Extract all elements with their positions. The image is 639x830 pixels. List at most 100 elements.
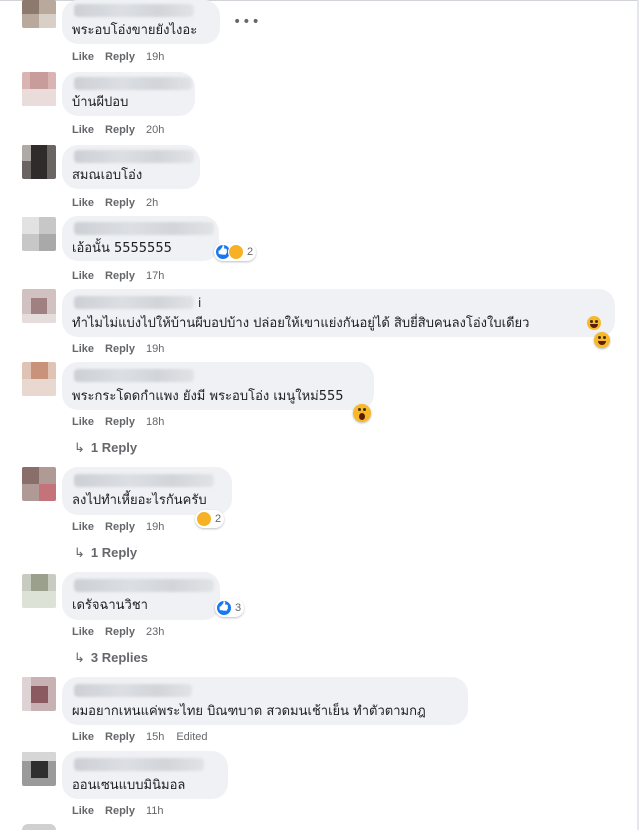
- comment-bubble: พระกระโดดกำแพง ยังมี พระอบโอ่ง เมนูใหม่5…: [62, 362, 374, 410]
- comment-bubble: ผมอยากเหนแค่พระไทย บิณฑบาต สวดมนเช้าเย็น…: [62, 677, 468, 725]
- comment-text: พระกระโดดกำแพง ยังมี พระอบโอ่ง เมนูใหม่5…: [72, 389, 344, 404]
- comment-text: บ้านผีปอบ: [72, 95, 129, 110]
- like-button[interactable]: Like: [72, 626, 94, 638]
- like-button[interactable]: Like: [72, 197, 94, 209]
- timestamp[interactable]: 11h: [146, 805, 164, 817]
- avatar[interactable]: [22, 467, 56, 501]
- haha-reaction-icon: [228, 244, 244, 260]
- comment-bubble: ออนเซนแบบมินิมอล: [62, 751, 228, 799]
- reply-button[interactable]: Reply: [105, 731, 135, 743]
- reaction-summary[interactable]: 2: [195, 510, 225, 528]
- like-button[interactable]: Like: [72, 731, 94, 743]
- comment-text: ออนเซนแบบมินิมอล: [72, 778, 186, 793]
- replies-label: 1 Reply: [90, 545, 138, 560]
- commenter-name[interactable]: [74, 369, 194, 382]
- comment-text: ทำไมไม่แบ่งไปให้บ้านผีบอปบ้าง ปล่อยให้เข…: [72, 316, 530, 331]
- comment-bubble: เอ้อนั้น 5555555: [62, 216, 219, 261]
- like-button[interactable]: Like: [72, 124, 94, 136]
- comment-bubble: สมณเอบโอ่ง: [62, 145, 200, 189]
- like-button[interactable]: Like: [72, 521, 94, 533]
- view-replies-button[interactable]: ↳ 3 Replies: [74, 650, 148, 666]
- comment-actions: Like Reply 18h: [72, 416, 176, 428]
- reaction-count: 3: [235, 602, 242, 614]
- comment-text: สมณเอบโอ่ง: [72, 168, 143, 183]
- avatar[interactable]: [22, 145, 56, 179]
- timestamp[interactable]: 17h: [146, 270, 164, 282]
- haha-reaction-icon[interactable]: [594, 332, 610, 348]
- commenter-name-suffix: i: [198, 296, 202, 310]
- comment-actions: Like Reply 2h: [72, 197, 170, 209]
- reply-arrow-icon: ↳: [74, 545, 85, 560]
- commenter-name[interactable]: [74, 579, 214, 592]
- avatar[interactable]: [22, 824, 56, 830]
- commenter-name[interactable]: [74, 296, 194, 309]
- avatar[interactable]: [22, 289, 56, 323]
- commenter-name[interactable]: [74, 4, 194, 17]
- comment-text: ลงไปทำเหี้ยอะไรกันครับ: [72, 493, 207, 508]
- reply-button[interactable]: Reply: [105, 521, 135, 533]
- timestamp[interactable]: 2h: [146, 197, 158, 209]
- like-button[interactable]: Like: [72, 343, 94, 355]
- comment-text: เดรัจฉานวิชา: [72, 598, 148, 613]
- like-button[interactable]: Like: [72, 805, 94, 817]
- avatar[interactable]: [22, 677, 56, 711]
- timestamp[interactable]: 19h: [146, 343, 164, 355]
- avatar[interactable]: [22, 752, 56, 786]
- more-options-icon[interactable]: •••: [233, 14, 261, 30]
- comment-text: พระอบโอ่งขายยังไงอะ: [72, 23, 198, 38]
- comment-actions: Like Reply 19h: [72, 343, 176, 355]
- avatar[interactable]: [22, 574, 56, 608]
- commenter-name[interactable]: [74, 758, 204, 771]
- haha-reaction-icon: [587, 316, 601, 330]
- commenter-name[interactable]: [74, 150, 194, 163]
- comment-bubble: ลงไปทำเหี้ยอะไรกันครับ: [62, 467, 232, 515]
- comment-text: เอ้อนั้น 5555555: [72, 241, 172, 256]
- reply-button[interactable]: Reply: [105, 197, 135, 209]
- comment-text: ผมอยากเหนแค่พระไทย บิณฑบาต สวดมนเช้าเย็น…: [72, 704, 426, 719]
- timestamp[interactable]: 19h: [146, 521, 164, 533]
- commenter-name[interactable]: [74, 222, 214, 235]
- avatar[interactable]: [22, 362, 56, 396]
- comment-actions: Like Reply 20h: [72, 124, 176, 136]
- reply-button[interactable]: Reply: [105, 343, 135, 355]
- commenter-name[interactable]: [74, 474, 214, 487]
- comment-bubble: พระอบโอ่งขายยังไงอะ: [62, 0, 220, 44]
- comment-actions: Like Reply 11h: [72, 805, 176, 817]
- comment-bubble: i ทำไมไม่แบ่งไปให้บ้านผีบอปบ้าง ปล่อยให้…: [62, 289, 615, 337]
- commenter-name[interactable]: [74, 77, 192, 90]
- reaction-summary[interactable]: 2: [214, 243, 257, 261]
- like-button[interactable]: Like: [72, 270, 94, 282]
- comment-actions: Like Reply 17h: [72, 270, 176, 282]
- edited-label: Edited: [176, 731, 208, 743]
- avatar[interactable]: [22, 72, 56, 106]
- view-replies-button[interactable]: ↳ 1 Reply: [74, 545, 137, 561]
- reply-arrow-icon: ↳: [74, 440, 85, 455]
- reaction-count: 2: [247, 246, 254, 258]
- timestamp[interactable]: 20h: [146, 124, 164, 136]
- reply-button[interactable]: Reply: [105, 270, 135, 282]
- reply-button[interactable]: Reply: [105, 805, 135, 817]
- wow-reaction-icon[interactable]: [353, 404, 371, 422]
- timestamp[interactable]: 15h: [146, 731, 164, 743]
- avatar[interactable]: [22, 217, 56, 251]
- haha-reaction-icon: [196, 511, 212, 527]
- comment-actions: Like Reply 23h: [72, 626, 176, 638]
- reply-button[interactable]: Reply: [105, 124, 135, 136]
- reply-button[interactable]: Reply: [105, 51, 135, 63]
- timestamp[interactable]: 19h: [146, 51, 164, 63]
- like-button[interactable]: Like: [72, 51, 94, 63]
- comment-actions: Like Reply 15h Edited: [72, 731, 220, 743]
- timestamp[interactable]: 23h: [146, 626, 164, 638]
- comment-bubble: บ้านผีปอบ: [62, 72, 195, 116]
- timestamp[interactable]: 18h: [146, 416, 164, 428]
- reply-button[interactable]: Reply: [105, 416, 135, 428]
- replies-label: 3 Replies: [90, 650, 148, 665]
- reaction-summary[interactable]: 3: [215, 599, 245, 617]
- reply-button[interactable]: Reply: [105, 626, 135, 638]
- commenter-name[interactable]: [74, 684, 192, 697]
- avatar[interactable]: [22, 0, 56, 28]
- view-replies-button[interactable]: ↳ 1 Reply: [74, 440, 137, 456]
- replies-label: 1 Reply: [90, 440, 138, 455]
- like-button[interactable]: Like: [72, 416, 94, 428]
- comment-actions: Like Reply 19h: [72, 51, 176, 63]
